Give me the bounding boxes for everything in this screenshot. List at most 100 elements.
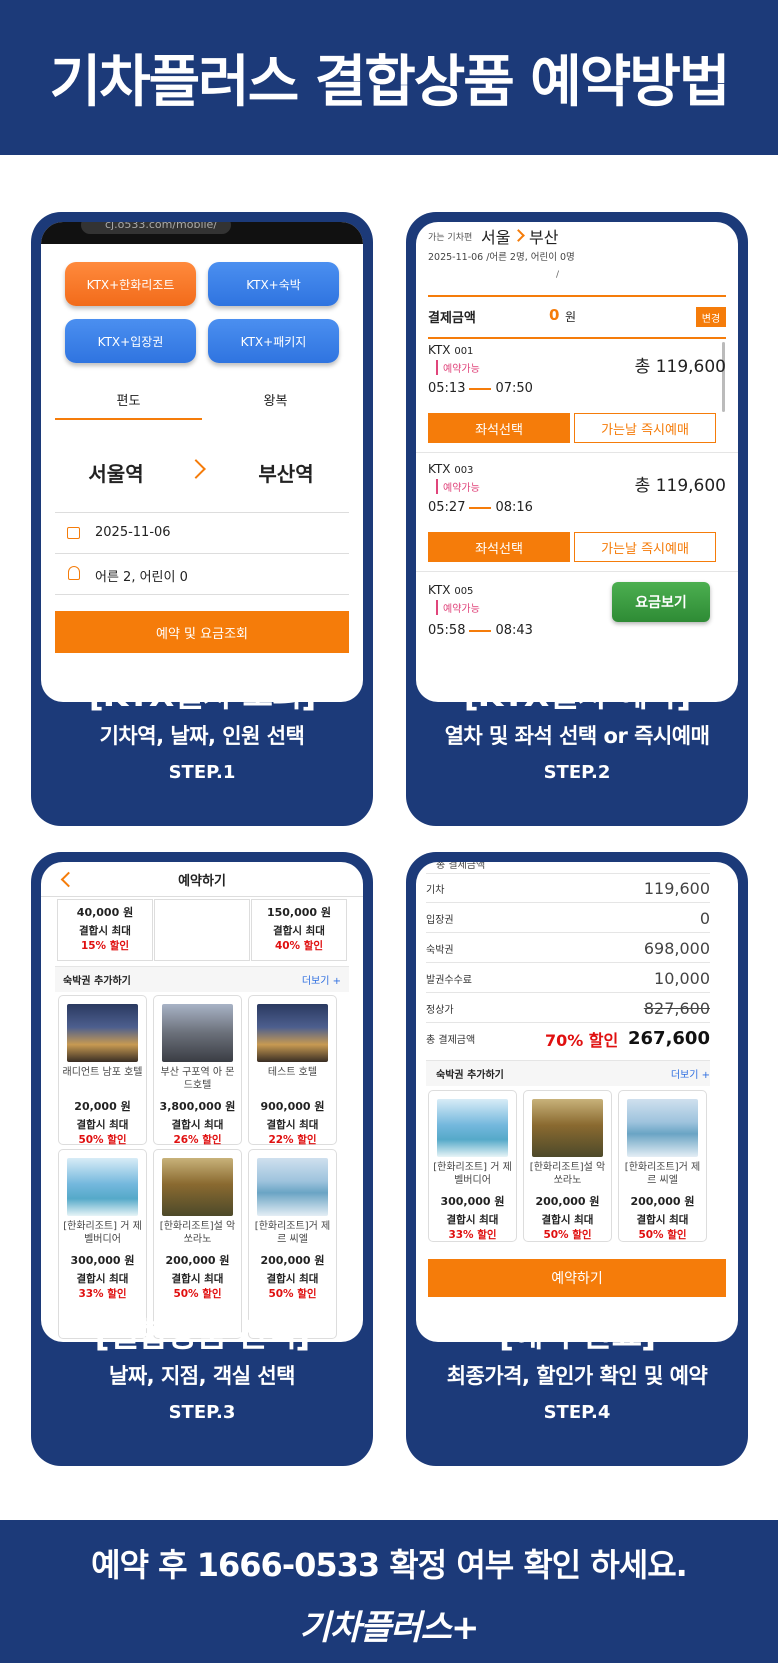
tab-oneway-underline: [55, 418, 202, 420]
page-header: 기차플러스 결합상품 예약방법: [0, 0, 778, 155]
hotel-image: [257, 1158, 328, 1216]
train-1-instant-button[interactable]: 가는날 즉시예매: [574, 413, 716, 443]
product-max: 결합시 최대: [76, 1119, 129, 1131]
train-1-seat-button[interactable]: 좌석선택: [428, 413, 570, 443]
ktx-lodging-button[interactable]: KTX+숙박: [208, 262, 339, 306]
section-title: 숙박권 추가하기: [436, 1070, 504, 1081]
people-field[interactable]: 어른 2, 어린이 0: [95, 566, 188, 585]
step4-caption-step: STEP.4: [543, 1402, 611, 1423]
chevron-right-icon: [186, 459, 206, 479]
browser-url-bar[interactable]: cj.o533.com/mobile/: [41, 222, 363, 244]
train-2-type: KTX: [428, 462, 451, 476]
pay-label: 결제금액: [428, 311, 476, 326]
train-2-seat-button[interactable]: 좌석선택: [428, 532, 570, 562]
date-field[interactable]: 2025-11-06: [95, 525, 171, 540]
top-item-2[interactable]: 150,000 원 결합시 최대 40% 할인: [251, 899, 347, 961]
product-discount: 22% 할인: [268, 1134, 317, 1146]
price-row: 숙박권 698,000: [426, 934, 710, 963]
divider: [41, 896, 363, 897]
person-icon: [68, 566, 80, 580]
product-card[interactable]: [한화리조트] 거 제 벨버디어 300,000 원 결합시 최대 33% 할인: [428, 1090, 517, 1242]
train-3-type: KTX: [428, 583, 451, 597]
step3-screen: 예약하기 40,000 원 결합시 최대 15% 할인 150,000 원 결합…: [41, 862, 363, 1342]
search-fare-button[interactable]: 예약 및 요금조회: [55, 611, 349, 653]
product-card[interactable]: 래디언트 남포 호텔 20,000 원 결합시 최대 50% 할인: [58, 995, 147, 1146]
product-max: 결합시 최대: [171, 1273, 224, 1285]
arrow-right-icon: [469, 499, 492, 509]
footer-brand: 기차플러스+: [299, 1608, 480, 1648]
product-card[interactable]: 부산 구포역 아 몬드호텔 3,800,000 원 결합시 최대 26% 할인: [153, 995, 242, 1146]
product-discount: 50% 할인: [173, 1288, 222, 1300]
train-1-dep: 05:13: [428, 381, 466, 396]
step1-screen: cj.o533.com/mobile/ KTX+한화리조트 KTX+숙박 KTX…: [41, 222, 363, 702]
route-from: 서울: [481, 228, 511, 247]
step4-caption-sub: 최종가격, 할인가 확인 및 예약: [446, 1364, 708, 1388]
tab-roundtrip[interactable]: 왕복: [202, 390, 349, 409]
cut-title: 총 결제금액: [436, 862, 486, 871]
train-2-instant-button[interactable]: 가는날 즉시예매: [574, 532, 716, 562]
price-row: 기차 119,600: [426, 874, 710, 903]
url-text[interactable]: cj.o533.com/mobile/: [81, 222, 231, 234]
row-value: 827,600: [643, 998, 710, 1018]
train-3-arr: 08:43: [495, 623, 533, 638]
product-name: [한화리조트]설 악 쏘라노: [159, 1221, 236, 1245]
fare-button[interactable]: 요금보기: [612, 582, 710, 622]
ktx-ticket-button[interactable]: KTX+입장권: [65, 319, 196, 363]
product-discount: 33% 할인: [448, 1229, 497, 1241]
section-title: 숙박권 추가하기: [63, 976, 131, 987]
from-station[interactable]: 서울역: [61, 458, 171, 487]
train-1-total: 총 119,600: [634, 357, 726, 377]
step2-caption-sub: 열차 및 좌석 선택 or 즉시예매: [444, 724, 710, 748]
footer-notice: 예약 후 1666-0533 확정 여부 확인 하세요.: [91, 1546, 688, 1584]
ktx-package-button[interactable]: KTX+패키지: [208, 319, 339, 363]
product-max: 결합시 최대: [266, 1119, 319, 1131]
ktx-hanwha-button[interactable]: KTX+한화리조트: [65, 262, 196, 306]
more-link[interactable]: 더보기 +: [671, 1066, 710, 1081]
top-item-1[interactable]: 40,000 원 결합시 최대 15% 할인: [57, 899, 153, 961]
price-row: 정상가 827,600: [426, 994, 710, 1023]
step4-caption: [예약 완료] 최종가격, 할인가 확인 및 예약 STEP.4: [406, 1308, 748, 1423]
train-1-no: 001: [454, 346, 474, 357]
arrow-right-icon: [469, 380, 492, 390]
train-1-times: 05:13 07:50: [428, 381, 533, 396]
product-max: 결합시 최대: [76, 1273, 129, 1285]
top-item-1-disc: 15% 할인: [80, 940, 130, 952]
change-button[interactable]: 변경: [696, 307, 726, 327]
hotel-image: [627, 1099, 698, 1157]
row-value: 698,000: [643, 938, 710, 958]
product-card[interactable]: 테스트 호텔 900,000 원 결합시 최대 22% 할인: [248, 995, 337, 1146]
hotel-image: [67, 1158, 138, 1216]
train-3-status: 예약가능: [436, 600, 480, 615]
hotel-image: [437, 1099, 508, 1157]
product-name: 래디언트 남포 호텔: [62, 1067, 143, 1078]
step3-caption-title: [결합상품 선택]: [94, 1315, 311, 1354]
product-discount: 50% 할인: [543, 1229, 592, 1241]
train-2-no: 003: [454, 465, 474, 476]
divider: [55, 594, 349, 595]
product-card[interactable]: [한화리조트]설 악 쏘라노 200,000 원 결합시 최대 50% 할인: [523, 1090, 612, 1242]
book-button[interactable]: 예약하기: [428, 1259, 726, 1297]
train-3-times: 05:58 08:43: [428, 623, 533, 638]
row-label: 기차: [426, 884, 445, 896]
top-item-2-disc: 40% 할인: [274, 940, 324, 952]
train-2-status: 예약가능: [436, 479, 480, 494]
product-max: 결합시 최대: [636, 1214, 689, 1226]
pay-line-bottom: [428, 337, 726, 339]
to-station[interactable]: 부산역: [231, 458, 341, 487]
hotel-image: [67, 1004, 138, 1062]
product-discount: 50% 할인: [268, 1288, 317, 1300]
train-1-name: KTX 001: [428, 343, 473, 357]
chevron-right-icon: [512, 229, 525, 242]
step1-card: cj.o533.com/mobile/ KTX+한화리조트 KTX+숙박 KTX…: [31, 212, 373, 826]
product-max: 결합시 최대: [446, 1214, 499, 1226]
step1-caption-step: STEP.1: [168, 762, 236, 783]
product-price: 300,000 원: [70, 1254, 135, 1267]
product-card[interactable]: [한화리조트]거 제 르 씨엘 200,000 원 결합시 최대 50% 할인: [618, 1090, 707, 1242]
row-label: 입장권: [426, 914, 454, 926]
product-price: 300,000 원: [440, 1195, 505, 1208]
divider: [416, 571, 738, 572]
page-title: 기차플러스 결합상품 예약방법: [49, 50, 731, 115]
tab-oneway[interactable]: 편도: [55, 390, 202, 409]
step4-caption-title: [예약 완료]: [498, 1315, 656, 1354]
more-link[interactable]: 더보기 +: [302, 972, 341, 987]
